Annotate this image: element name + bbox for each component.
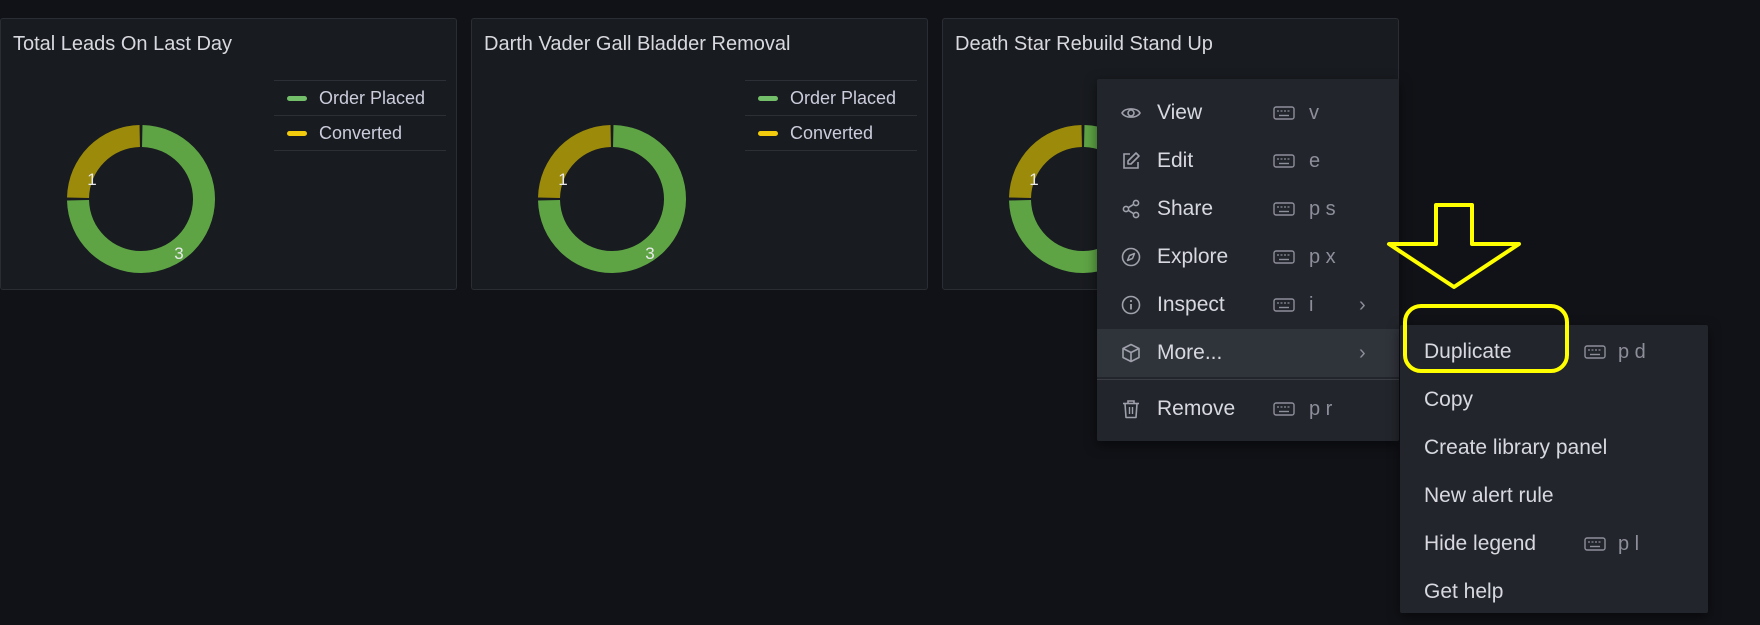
- menu-item-edit[interactable]: Edit e: [1097, 137, 1399, 185]
- menu-item-view[interactable]: View v: [1097, 89, 1399, 137]
- submenu-item-duplicate[interactable]: Duplicate p d: [1400, 328, 1708, 376]
- donut-slice-converted[interactable]: [1009, 125, 1082, 198]
- eye-icon: [1121, 108, 1141, 118]
- slice-value-label: 3: [645, 244, 654, 263]
- trash-icon: [1123, 400, 1139, 419]
- submenu-item-create-library-panel[interactable]: Create library panel: [1400, 424, 1708, 472]
- slice-value-label: 3: [174, 244, 183, 263]
- panel-context-menu: View v Edit e Share p s Explore p x Insp…: [1097, 79, 1399, 441]
- submenu-item-label: Get help: [1424, 580, 1504, 603]
- keyboard-icon: [1584, 345, 1606, 359]
- legend-item-order-placed[interactable]: Order Placed: [745, 80, 917, 115]
- keyboard-icon: [1584, 537, 1606, 551]
- keyboard-icon: [1273, 202, 1295, 216]
- submenu-item-label: Hide legend: [1424, 532, 1537, 555]
- keyboard-icon: [1273, 154, 1295, 168]
- shortcut-text: e: [1309, 149, 1321, 172]
- submenu-item-label: Create library panel: [1424, 436, 1608, 459]
- menu-item-label: View: [1157, 101, 1203, 124]
- green-line-icon: [287, 95, 307, 101]
- green-line-icon: [758, 95, 778, 101]
- chevron-right-icon: ›: [1359, 293, 1366, 316]
- legend-item-order-placed[interactable]: Order Placed: [274, 80, 446, 115]
- edit-icon: [1123, 152, 1140, 169]
- share-icon: [1122, 199, 1140, 219]
- menu-item-more[interactable]: More... ›: [1097, 329, 1399, 377]
- shortcut-text: p r: [1309, 397, 1333, 420]
- menu-item-remove[interactable]: Remove p r: [1097, 385, 1399, 433]
- slice-value-label: 1: [558, 170, 567, 189]
- menu-item-label: More...: [1157, 341, 1223, 364]
- donut-slice-converted[interactable]: [67, 125, 140, 198]
- yellow-line-icon: [758, 130, 778, 136]
- menu-item-label: Inspect: [1157, 293, 1225, 316]
- menu-item-label: Edit: [1157, 149, 1194, 172]
- panel-darth-vader[interactable]: Darth Vader Gall Bladder Removal 31 Orde…: [471, 18, 928, 290]
- slice-value-label: 1: [1029, 170, 1038, 189]
- keyboard-icon: [1273, 250, 1295, 264]
- shortcut-text: p x: [1309, 245, 1336, 268]
- donut-chart: 31: [67, 125, 216, 273]
- legend: Order Placed Converted: [745, 80, 917, 151]
- legend-label: Converted: [319, 122, 403, 143]
- submenu-item-copy[interactable]: Copy: [1400, 376, 1708, 424]
- submenu-item-label: Duplicate: [1424, 340, 1512, 363]
- menu-item-label: Explore: [1157, 245, 1229, 268]
- legend-item-converted[interactable]: Converted: [274, 115, 446, 151]
- menu-item-inspect[interactable]: Inspect i ›: [1097, 281, 1399, 329]
- menu-divider: [1097, 379, 1399, 380]
- legend-item-converted[interactable]: Converted: [745, 115, 917, 151]
- info-icon: [1121, 295, 1141, 315]
- legend-label: Converted: [790, 122, 874, 143]
- keyboard-icon: [1273, 298, 1295, 312]
- donut-chart: 31: [538, 125, 686, 273]
- menu-item-label: Remove: [1157, 397, 1236, 420]
- donut-slice-converted[interactable]: [538, 125, 611, 198]
- panel-title: Darth Vader Gall Bladder Removal: [484, 33, 791, 55]
- legend-label: Order Placed: [319, 87, 426, 108]
- submenu-item-new-alert-rule[interactable]: New alert rule: [1400, 472, 1708, 520]
- yellow-line-icon: [287, 130, 307, 136]
- keyboard-icon: [1273, 402, 1295, 416]
- chevron-right-icon: ›: [1359, 341, 1366, 364]
- shortcut-text: v: [1309, 101, 1319, 124]
- submenu-item-hide-legend[interactable]: Hide legend p l: [1400, 520, 1708, 568]
- compass-icon: [1121, 247, 1141, 267]
- submenu-item-label: Copy: [1424, 388, 1474, 411]
- annotation-down-arrow-icon: [1387, 203, 1521, 289]
- legend: Order Placed Converted: [274, 80, 446, 151]
- cube-icon: [1122, 343, 1140, 363]
- slice-value-label: 1: [87, 170, 96, 189]
- panel-total-leads[interactable]: Total Leads On Last Day 31 Order Placed …: [0, 18, 457, 290]
- legend-label: Order Placed: [790, 87, 897, 108]
- shortcut-text: p l: [1618, 532, 1640, 555]
- panel-title: Death Star Rebuild Stand Up: [955, 33, 1213, 55]
- shortcut-text: p s: [1309, 197, 1336, 220]
- panel-title: Total Leads On Last Day: [13, 33, 233, 55]
- submenu-item-label: New alert rule: [1424, 484, 1554, 507]
- menu-item-share[interactable]: Share p s: [1097, 185, 1399, 233]
- menu-item-label: Share: [1157, 197, 1214, 220]
- menu-item-explore[interactable]: Explore p x: [1097, 233, 1399, 281]
- more-submenu: Duplicate p d Copy Create library panel …: [1400, 325, 1708, 613]
- keyboard-icon: [1273, 106, 1295, 120]
- shortcut-text: p d: [1618, 340, 1646, 363]
- shortcut-text: i: [1309, 293, 1314, 316]
- submenu-item-get-help[interactable]: Get help: [1400, 568, 1708, 616]
